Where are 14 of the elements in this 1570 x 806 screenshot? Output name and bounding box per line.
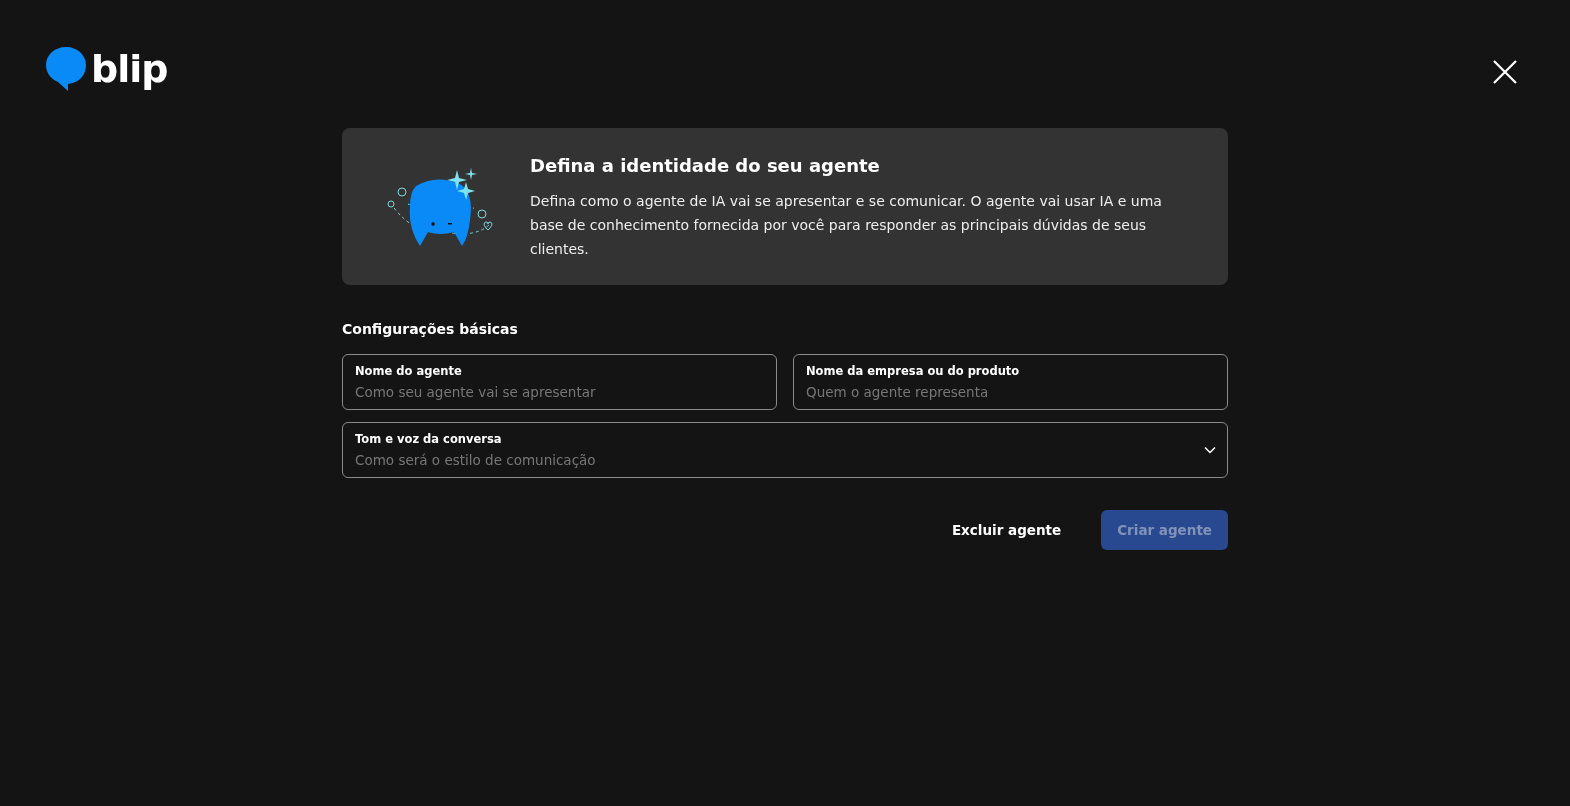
close-icon[interactable]: [1492, 59, 1518, 85]
intro-title: Defina a identidade do seu agente: [530, 154, 881, 178]
delete-agent-button[interactable]: Excluir agente: [935, 510, 1078, 551]
intro-description: Defina como o agente de IA vai se apresentar e se comunicar. O agente vai usar IA e uma base de conhecimento fornecida por você para responder as principais dúvidas de seus clientes.: [530, 192, 1163, 259]
field-label: Tom e voz da conversa: [355, 431, 502, 447]
dropdown-field[interactable]: Tom e voz da conversa Como será o estilo de comunicação: [342, 422, 1228, 478]
logo-text: blip: [91, 50, 168, 88]
text-field[interactable]: Nome da empresa ou do produto Quem o agente representa: [793, 354, 1228, 410]
section-title: Configurações básicas: [342, 320, 519, 339]
field-label: Nome da empresa ou do produto: [806, 363, 1020, 379]
speech-bubble-icon: [45, 46, 87, 92]
field-label: Nome do agente: [355, 363, 462, 379]
text-field[interactable]: Nome do agente Como seu agente vai se apresentar: [342, 354, 777, 410]
chevron-down-icon: [1204, 446, 1216, 454]
